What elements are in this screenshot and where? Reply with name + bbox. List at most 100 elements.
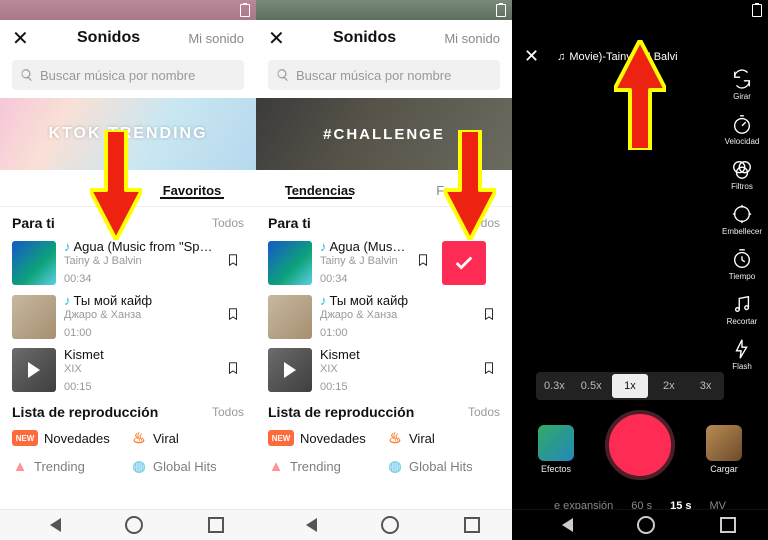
close-icon[interactable]: ✕ xyxy=(268,26,285,51)
section-all-link[interactable]: Todos xyxy=(212,216,244,230)
song-thumb[interactable] xyxy=(268,295,312,339)
song-row[interactable]: ♪Ты мой кайф Джаро & Ханза 01:00 xyxy=(0,289,256,343)
search-input[interactable]: Buscar música por nombre xyxy=(12,60,244,90)
music-note-icon: ♪ xyxy=(64,293,71,308)
song-row[interactable]: ♪Ты мой кайф Джаро & Ханза 01:00 xyxy=(256,289,512,343)
selected-track[interactable]: Movie)-Tainy & J Balvi xyxy=(569,51,677,63)
section-all-link[interactable]: Todos xyxy=(212,405,244,419)
confirm-sound-button[interactable] xyxy=(442,241,486,285)
section-all-link[interactable]: Todos xyxy=(468,405,500,419)
panel-sounds-2: 08:42 ⁴ᴳ ✕ Sonidos Mi sonido Buscar músi… xyxy=(256,0,512,540)
record-button[interactable] xyxy=(605,410,675,480)
close-icon[interactable]: ✕ xyxy=(12,26,29,51)
tool-flash[interactable]: Flash xyxy=(731,338,753,371)
nav-home-icon[interactable] xyxy=(381,516,399,534)
nav-recent-icon[interactable] xyxy=(208,517,224,533)
nav-home-icon[interactable] xyxy=(125,516,143,534)
playlist-row: ▲Trending ◍Global Hits xyxy=(0,452,256,480)
playlist-item[interactable]: ◍Global Hits xyxy=(131,458,244,474)
bookmark-icon[interactable] xyxy=(226,306,244,327)
nav-recent-icon[interactable] xyxy=(464,517,480,533)
playlist-item[interactable]: ▲Trending xyxy=(268,458,381,474)
section-playlist: Lista de reproducción Todos xyxy=(0,396,256,424)
bookmark-icon[interactable] xyxy=(416,252,434,273)
music-note-icon: ♫ xyxy=(557,51,565,63)
header-title: Sonidos xyxy=(77,29,140,47)
song-artist: XIX xyxy=(320,363,474,377)
song-duration: 00:34 xyxy=(320,273,408,287)
section-title: Para ti xyxy=(268,215,311,231)
header-title: Sonidos xyxy=(333,29,396,47)
speed-option[interactable]: 0.5x xyxy=(573,380,610,392)
globe-icon: ◍ xyxy=(387,458,403,474)
song-row[interactable]: ♪Agua (Music from "Sp… Tainy & J Balvin … xyxy=(0,235,256,289)
banner-challenge[interactable]: #CHALLENGE xyxy=(256,98,512,170)
my-sound-link[interactable]: Mi sonido xyxy=(188,31,244,46)
tool-speed[interactable]: Velocidad xyxy=(725,113,760,146)
search-placeholder: Buscar música por nombre xyxy=(40,68,195,83)
speed-option-active[interactable]: 1x xyxy=(612,374,649,398)
song-row[interactable]: Kismet XIX 00:15 xyxy=(256,343,512,397)
speed-option[interactable]: 3x xyxy=(687,380,724,392)
nav-recent-icon[interactable] xyxy=(720,517,736,533)
search-input[interactable]: Buscar música por nombre xyxy=(268,60,500,90)
effects-button[interactable]: Efectos xyxy=(536,425,576,474)
new-badge-icon: NEW xyxy=(268,430,294,446)
bookmark-icon[interactable] xyxy=(482,360,500,381)
song-thumb[interactable] xyxy=(268,348,312,392)
search-icon xyxy=(276,68,290,82)
tool-flip[interactable]: Girar xyxy=(731,68,753,101)
bookmark-icon[interactable] xyxy=(226,252,244,273)
nav-back-icon[interactable] xyxy=(544,518,573,532)
song-title: Agua (Music from "Sp… xyxy=(74,239,213,254)
section-all-link[interactable]: dos xyxy=(481,216,500,230)
music-note-icon: ♪ xyxy=(64,239,71,254)
playlist-item[interactable]: ♨Viral xyxy=(131,430,244,446)
speed-selector[interactable]: 0.3x 0.5x 1x 2x 3x xyxy=(536,372,724,400)
section-para-ti: Para ti Todos xyxy=(0,207,256,235)
song-duration: 00:15 xyxy=(64,381,218,395)
tab-tendencias[interactable]: Tendencias xyxy=(256,183,384,198)
bookmark-icon[interactable] xyxy=(482,306,500,327)
tool-filters[interactable]: Filtros xyxy=(731,158,753,191)
tab-favoritos[interactable]: Favoritos xyxy=(384,183,512,198)
song-artist: Джаро & Ханза xyxy=(320,309,474,323)
song-thumb[interactable] xyxy=(12,241,56,285)
song-title: Agua (Musi… xyxy=(330,239,409,254)
nav-back-icon[interactable] xyxy=(32,518,61,532)
song-row[interactable]: ♪Agua (Musi… Tainy & J Balvin 00:34 xyxy=(256,235,512,289)
tool-timer[interactable]: Tiempo xyxy=(729,248,755,281)
android-nav xyxy=(0,509,256,540)
camera-header: ✕ ♫ Movie)-Tainy & J Balvi xyxy=(512,46,768,67)
tool-beauty[interactable]: Embellecer xyxy=(722,203,762,236)
upload-button[interactable]: Cargar xyxy=(704,425,744,474)
playlist-item[interactable]: ◍Global Hits xyxy=(387,458,500,474)
tabs: Tendencias Favoritos xyxy=(0,174,256,206)
nav-home-icon[interactable] xyxy=(637,516,655,534)
playlist-item[interactable]: ♨Viral xyxy=(387,430,500,446)
nav-back-icon[interactable] xyxy=(288,518,317,532)
banner-trending[interactable]: KTOK TRENDING xyxy=(0,98,256,170)
speed-option[interactable]: 2x xyxy=(650,380,687,392)
close-icon[interactable]: ✕ xyxy=(524,46,539,67)
song-duration: 00:15 xyxy=(320,381,474,395)
playlist-item[interactable]: ▲Trending xyxy=(12,458,125,474)
fire-icon: ♨ xyxy=(387,430,403,446)
song-thumb[interactable] xyxy=(268,241,312,285)
song-title: Kismet xyxy=(64,347,104,362)
song-thumb[interactable] xyxy=(12,348,56,392)
song-thumb[interactable] xyxy=(12,295,56,339)
section-title: Lista de reproducción xyxy=(12,404,158,420)
song-row[interactable]: Kismet XIX 00:15 xyxy=(0,343,256,397)
tab-favoritos[interactable]: Favoritos xyxy=(128,183,256,198)
my-sound-link[interactable]: Mi sonido xyxy=(444,31,500,46)
speed-option[interactable]: 0.3x xyxy=(536,380,573,392)
song-artist: Tainy & J Balvin xyxy=(320,255,408,269)
section-title: Lista de reproducción xyxy=(268,404,414,420)
section-playlist: Lista de reproducción Todos xyxy=(256,396,512,424)
bookmark-icon[interactable] xyxy=(226,360,244,381)
song-duration: 01:00 xyxy=(320,327,474,341)
playlist-item[interactable]: NEWNovedades xyxy=(12,430,125,446)
playlist-item[interactable]: NEWNovedades xyxy=(268,430,381,446)
tool-trim[interactable]: Recortar xyxy=(727,293,758,326)
